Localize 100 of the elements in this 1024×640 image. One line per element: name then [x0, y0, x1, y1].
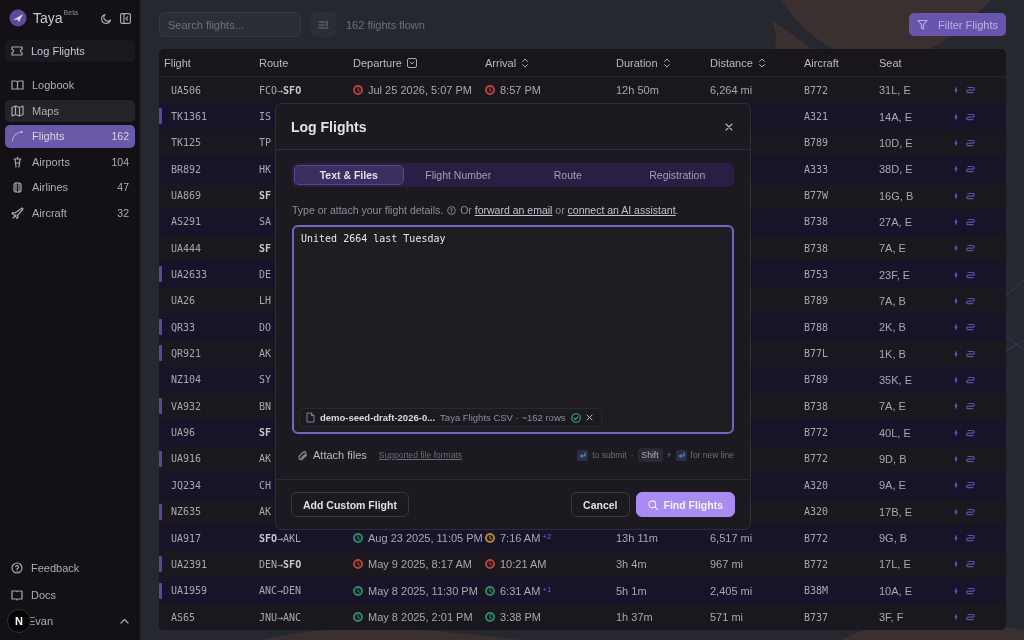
diamond-icon[interactable]	[954, 375, 958, 384]
separator-dot: ·	[630, 450, 634, 460]
aircraft-cell: A333	[804, 163, 829, 175]
route-icon[interactable]	[966, 191, 975, 200]
route-icon[interactable]	[966, 112, 975, 121]
sidebar-item[interactable]: Flights 162	[5, 125, 135, 148]
route-icon[interactable]	[966, 402, 975, 411]
moon-icon[interactable]	[101, 12, 112, 24]
diamond-icon[interactable]	[954, 613, 958, 622]
diamond-icon[interactable]	[954, 428, 958, 437]
sidebar-item[interactable]: Logbook	[5, 74, 135, 97]
diamond-icon[interactable]	[954, 270, 958, 279]
cancel-button[interactable]: Cancel	[571, 492, 630, 517]
route-icon[interactable]	[966, 165, 975, 174]
aircraft-cell: B789	[804, 137, 829, 149]
route-icon[interactable]	[966, 455, 975, 463]
chevron-up-icon[interactable]	[120, 618, 129, 624]
diamond-icon[interactable]	[954, 349, 958, 358]
sidebar-item[interactable]: Aircraft 32	[5, 201, 135, 224]
diamond-icon[interactable]	[954, 481, 958, 490]
log-flights-button[interactable]: Log Flights	[5, 40, 135, 62]
help-text: Type or attach your flight details.	[292, 204, 444, 216]
route-icon[interactable]	[966, 138, 975, 147]
route-icon[interactable]	[966, 296, 975, 305]
diamond-icon[interactable]	[954, 191, 958, 200]
route-cell: SF	[259, 190, 272, 202]
route-icon[interactable]	[966, 270, 975, 279]
tab[interactable]: Flight Number	[403, 165, 513, 185]
tab[interactable]: Text & Files	[294, 165, 404, 185]
route-icon[interactable]	[966, 560, 975, 569]
route-cell: DEN→SFO	[259, 558, 302, 570]
diamond-icon[interactable]	[954, 86, 958, 95]
sort-button[interactable]	[311, 12, 336, 37]
column-header[interactable]: Route	[259, 56, 289, 69]
route-icon[interactable]	[966, 375, 975, 384]
column-header[interactable]: Departure	[353, 56, 402, 69]
diamond-icon[interactable]	[954, 455, 958, 463]
departure-time: May 8 2025, 11:30 PM	[368, 584, 478, 597]
sidebar-item[interactable]: Maps	[5, 99, 135, 122]
column-header[interactable]: Duration	[616, 56, 658, 69]
aircraft-cell: B738	[804, 400, 829, 412]
aircraft-cell: B772	[804, 453, 829, 465]
attach-files-button[interactable]: Attach files	[292, 449, 367, 461]
diamond-icon[interactable]	[954, 165, 958, 174]
diamond-icon[interactable]	[954, 560, 958, 569]
route-icon[interactable]	[966, 507, 975, 516]
column-header[interactable]: Distance	[710, 56, 753, 69]
diamond-icon[interactable]	[954, 244, 958, 253]
tab[interactable]: Registration	[622, 165, 732, 185]
connect-assistant-link[interactable]: connect an AI assistant	[567, 204, 676, 216]
column-header[interactable]: Aircraft	[804, 56, 839, 69]
diamond-icon[interactable]	[954, 507, 958, 516]
flight-number: UA2391	[170, 558, 208, 570]
route-icon[interactable]	[966, 481, 975, 490]
route-icon[interactable]	[966, 534, 975, 542]
sort-down-icon[interactable]	[406, 57, 417, 68]
diamond-icon[interactable]	[954, 534, 958, 542]
diamond-icon[interactable]	[954, 296, 958, 305]
sidebar-item[interactable]: Docs	[5, 583, 135, 606]
forward-email-link[interactable]: forward an email	[474, 204, 553, 216]
seat-cell: 23F, E	[879, 268, 911, 281]
tab[interactable]: Route	[513, 165, 623, 185]
diamond-icon[interactable]	[954, 217, 958, 226]
diamond-icon[interactable]	[954, 323, 958, 332]
route-icon[interactable]	[966, 613, 975, 622]
sort-icon[interactable]	[662, 57, 671, 68]
route-cell: AK	[259, 453, 272, 465]
add-custom-flight-button[interactable]: Add Custom Flight	[291, 492, 409, 517]
sidebar-item[interactable]: Airports 104	[5, 150, 135, 173]
diamond-icon[interactable]	[954, 112, 958, 121]
sidebar-item[interactable]: Feedback	[5, 557, 135, 580]
plane-icon	[11, 206, 24, 219]
route-icon[interactable]	[966, 244, 975, 253]
search-field[interactable]: Search flights...	[159, 12, 301, 37]
diamond-icon[interactable]	[954, 402, 958, 411]
aircraft-cell: B772	[804, 558, 829, 570]
route-icon[interactable]	[966, 586, 975, 595]
help-icon[interactable]	[447, 205, 457, 215]
column-header[interactable]: Flight	[164, 56, 191, 69]
dev-badge[interactable]: N	[7, 609, 31, 633]
route-icon[interactable]	[966, 349, 975, 358]
column-header[interactable]: Arrival	[485, 56, 517, 69]
sort-icon[interactable]	[521, 57, 530, 68]
diamond-icon[interactable]	[954, 586, 958, 595]
route-icon[interactable]	[966, 428, 975, 437]
sidebar-item[interactable]: Airlines 47	[5, 176, 135, 199]
route-icon[interactable]	[966, 323, 975, 332]
search-icon	[647, 499, 658, 510]
curve-icon	[11, 130, 24, 143]
sidebar-toggle-icon[interactable]	[120, 12, 131, 24]
duration-cell: 1h 37m	[616, 611, 653, 624]
route-icon[interactable]	[966, 217, 975, 226]
route-icon[interactable]	[966, 86, 975, 95]
diamond-icon[interactable]	[954, 138, 958, 147]
column-header[interactable]: Seat	[879, 56, 902, 69]
sort-icon[interactable]	[757, 57, 766, 68]
remove-file-button[interactable]	[585, 414, 593, 421]
route-cell: DO	[259, 321, 272, 333]
book-icon	[11, 588, 23, 601]
aircraft-cell: B772	[804, 84, 829, 96]
